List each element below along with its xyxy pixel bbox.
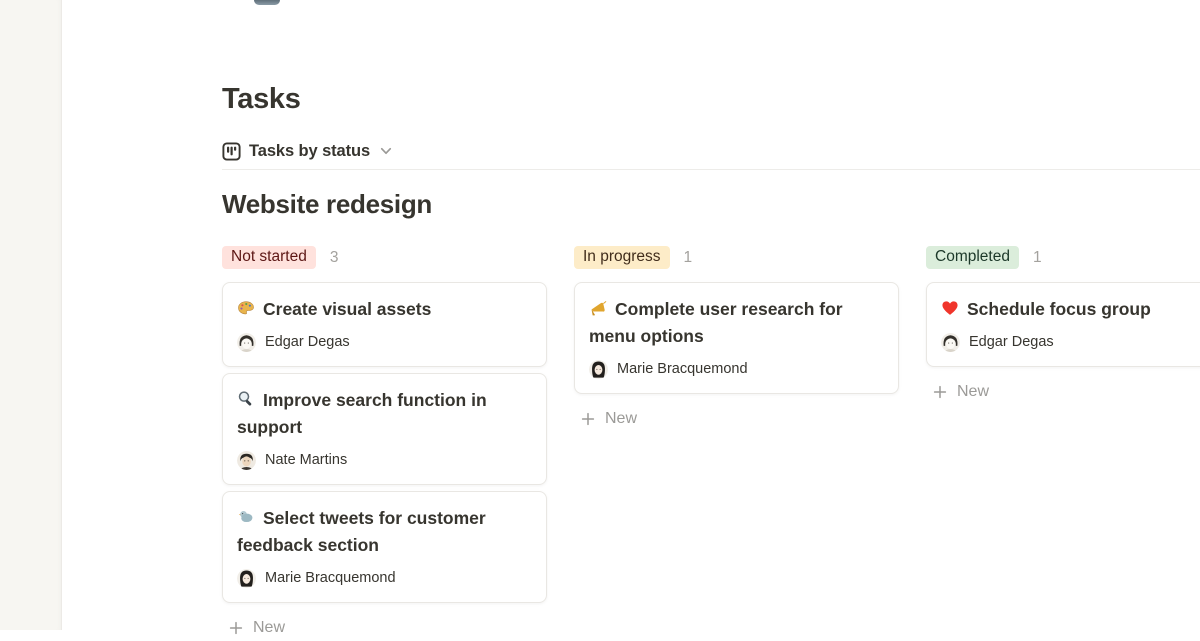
page-title: Tasks <box>222 0 1200 116</box>
sidebar <box>0 0 62 630</box>
task-card[interactable]: Improve search function in support Nate M… <box>222 373 547 485</box>
column-count: 1 <box>1033 249 1042 267</box>
assignee-name: Marie Bracquemond <box>265 570 396 586</box>
status-badge-in-progress[interactable]: In progress <box>574 246 670 269</box>
avatar <box>237 333 256 352</box>
assignee-row: Edgar Degas <box>941 332 1200 352</box>
section-divider <box>222 169 1200 170</box>
main-content: Tasks Tasks by status Website redesign N… <box>62 0 1200 630</box>
task-card[interactable]: Create visual assets Edgar Degas <box>222 282 547 367</box>
card-list: Complete user research for menu options M… <box>574 282 899 394</box>
plus-icon <box>932 384 948 400</box>
board: Not started 3 Create visual assets Edgar De… <box>222 246 1200 641</box>
assignee-name: Edgar Degas <box>265 334 350 350</box>
page-content: Tasks Tasks by status Website redesign N… <box>62 0 1200 641</box>
assignee-row: Edgar Degas <box>237 332 532 352</box>
task-title: Schedule focus group <box>967 299 1151 319</box>
view-selector-label: Tasks by status <box>249 142 370 161</box>
task-title-row: Improve search function in support <box>237 387 532 441</box>
task-title: Complete user research for menu options <box>589 299 843 346</box>
column-header: Completed 1 <box>926 246 1200 269</box>
page-icon-partial <box>254 0 280 5</box>
task-title-row: Create visual assets <box>237 296 532 323</box>
view-selector[interactable]: Tasks by status <box>222 142 393 161</box>
task-title: Improve search function in support <box>237 390 487 437</box>
avatar <box>589 360 608 379</box>
assignee-row: Marie Bracquemond <box>237 568 532 588</box>
section-title: Website redesign <box>222 189 1200 219</box>
task-title-row: Select tweets for customer feedback sect… <box>237 505 532 559</box>
new-task-button[interactable]: New <box>222 615 547 641</box>
avatar <box>237 569 256 588</box>
status-badge-completed[interactable]: Completed <box>926 246 1019 269</box>
chevron-down-icon <box>379 144 393 158</box>
column-count: 1 <box>684 249 693 267</box>
board-view-icon <box>222 142 241 161</box>
magnifier-icon <box>237 389 255 407</box>
card-list: Schedule focus group Edgar Degas <box>926 282 1200 367</box>
task-title: Create visual assets <box>263 299 431 319</box>
column-header: In progress 1 <box>574 246 899 269</box>
board-column-completed: Completed 1 Schedule focus group Edgar Dega… <box>926 246 1200 405</box>
new-task-label: New <box>253 618 285 638</box>
assignee-row: Marie Bracquemond <box>589 359 884 379</box>
assignee-name: Nate Martins <box>265 452 347 468</box>
new-task-button[interactable]: New <box>926 379 1200 405</box>
assignee-row: Nate Martins <box>237 450 532 470</box>
task-title: Select tweets for customer feedback sect… <box>237 508 486 555</box>
board-column-in-progress: In progress 1 Complete user research for m… <box>574 246 899 432</box>
task-title-row: Complete user research for menu options <box>589 296 884 350</box>
palette-icon <box>237 298 255 316</box>
column-header: Not started 3 <box>222 246 547 269</box>
bird-icon <box>237 507 255 525</box>
board-column-not-started: Not started 3 Create visual assets Edgar De… <box>222 246 547 641</box>
megaphone-icon <box>589 298 607 316</box>
avatar <box>941 333 960 352</box>
status-badge-not-started[interactable]: Not started <box>222 246 316 269</box>
heart-icon <box>941 298 959 316</box>
assignee-name: Marie Bracquemond <box>617 361 748 377</box>
assignee-name: Edgar Degas <box>969 334 1054 350</box>
new-task-label: New <box>605 409 637 429</box>
task-card[interactable]: Complete user research for menu options M… <box>574 282 899 394</box>
avatar <box>237 451 256 470</box>
new-task-button[interactable]: New <box>574 406 899 432</box>
task-card[interactable]: Schedule focus group Edgar Degas <box>926 282 1200 367</box>
plus-icon <box>228 620 244 636</box>
new-task-label: New <box>957 382 989 402</box>
plus-icon <box>580 411 596 427</box>
task-title-row: Schedule focus group <box>941 296 1200 323</box>
column-count: 3 <box>330 249 339 267</box>
card-list: Create visual assets Edgar Degas Improve s… <box>222 282 547 603</box>
task-card[interactable]: Select tweets for customer feedback sect… <box>222 491 547 603</box>
view-bar: Tasks by status <box>222 140 1200 162</box>
